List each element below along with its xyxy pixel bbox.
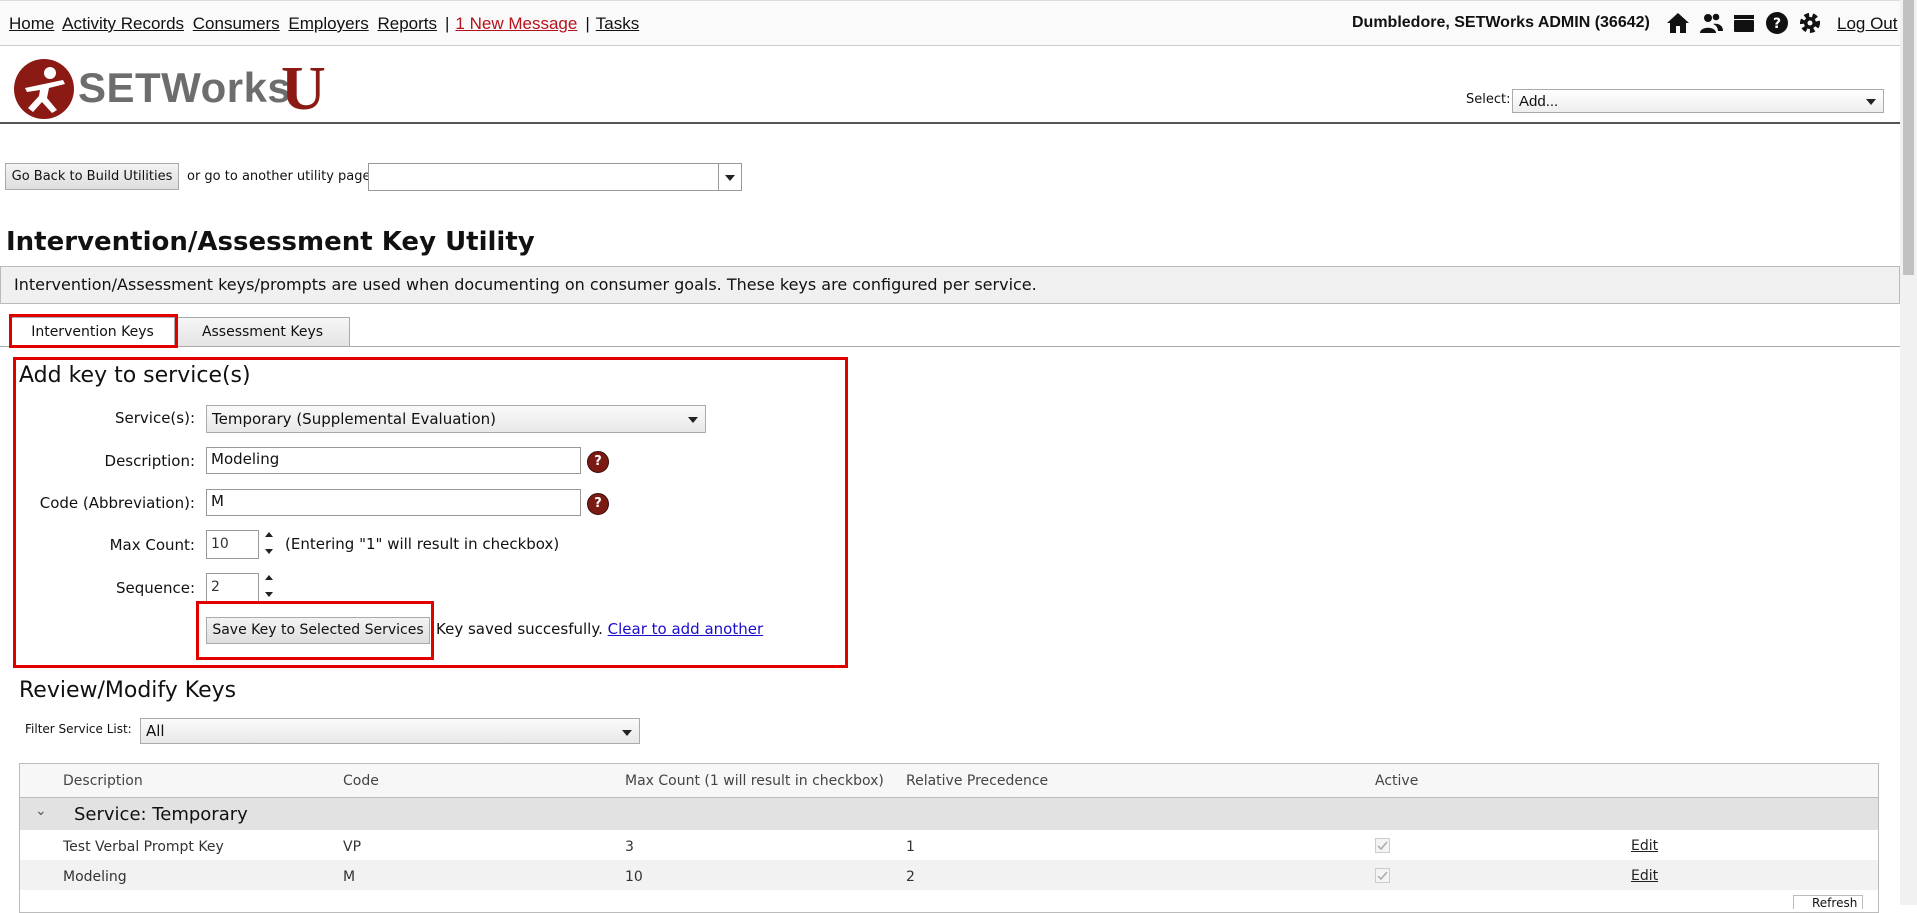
row-max-count: 3 [625, 839, 634, 855]
chevron-down-icon [725, 175, 735, 181]
stepper-up-icon[interactable] [265, 575, 273, 580]
row-precedence: 2 [906, 869, 915, 885]
edit-link[interactable]: Edit [1631, 868, 1658, 884]
row-code: M [343, 869, 356, 885]
svg-text:?: ? [1773, 16, 1781, 32]
page-title: Intervention/Assessment Key Utility [6, 227, 535, 257]
utility-page-select[interactable] [368, 163, 742, 191]
group-row[interactable]: ⌄ Service: Temporary [20, 798, 1878, 830]
nav-consumers-link[interactable]: Consumers [193, 14, 280, 33]
new-message-link[interactable]: 1 New Message [455, 14, 577, 33]
keys-grid: Description Code Max Count (1 will resul… [19, 763, 1879, 913]
service-select[interactable]: Temporary (Supplemental Evaluation) [206, 405, 706, 433]
collapse-chevron-icon[interactable]: ⌄ [35, 803, 47, 819]
go-back-button[interactable]: Go Back to Build Utilities [5, 163, 179, 190]
info-bar: Intervention/Assessment keys/prompts are… [0, 266, 1900, 304]
scrollbar-thumb[interactable] [1903, 0, 1914, 275]
row-description: Modeling [63, 869, 127, 885]
column-header-max-count[interactable]: Max Count (1 will result in checkbox) [625, 773, 884, 789]
tab-assessment-keys[interactable]: Assessment Keys [175, 317, 350, 347]
logo-text: SETWorks [78, 64, 292, 111]
user-name: Dumbledore, SETWorks ADMIN [1352, 14, 1591, 31]
service-select-value: Temporary (Supplemental Evaluation) [212, 410, 496, 428]
main-nav-links: Home Activity Records Consumers Employer… [9, 14, 643, 34]
stepper-down-icon[interactable] [265, 592, 273, 597]
clear-to-add-another-link[interactable]: Clear to add another [608, 620, 764, 638]
header: SETWorks U Select: Add... [0, 44, 1900, 124]
header-add-select-value: Add... [1519, 93, 1559, 110]
nav-employers-link[interactable]: Employers [288, 14, 368, 33]
save-status: Key saved succesfully. Clear to add anot… [436, 620, 763, 638]
column-header-description[interactable]: Description [63, 773, 143, 789]
page-scrollbar[interactable] [1900, 0, 1917, 905]
nav-separator: | [585, 14, 590, 33]
table-row: Test Verbal Prompt Key VP 3 1 Edit [20, 830, 1878, 860]
stepper-down-icon[interactable] [265, 549, 273, 554]
header-select-label: Select: [1466, 92, 1511, 107]
nav-separator: | [445, 14, 450, 33]
logo-icon [13, 58, 75, 124]
header-add-select[interactable]: Add... [1512, 89, 1884, 113]
code-help-icon[interactable]: ? [587, 493, 609, 515]
edit-link[interactable]: Edit [1631, 838, 1658, 854]
sequence-label: Sequence: [115, 579, 195, 597]
max-count-note: (Entering "1" will result in checkbox) [285, 535, 560, 553]
column-header-active[interactable]: Active [1375, 773, 1418, 789]
row-precedence: 1 [906, 839, 915, 855]
sequence-field[interactable]: 2 [206, 573, 259, 602]
table-row: Modeling M 10 2 Edit [20, 860, 1878, 890]
filter-service-select-value: All [146, 722, 165, 740]
logo-u: U [281, 55, 326, 123]
code-field[interactable]: M [206, 489, 581, 516]
user-id: (36642) [1594, 14, 1650, 31]
chevron-down-icon [688, 417, 698, 423]
row-code: VP [343, 839, 362, 855]
filter-service-label: Filter Service List: [25, 722, 132, 736]
filter-service-select[interactable]: All [140, 718, 640, 744]
description-help-icon[interactable]: ? [587, 451, 609, 473]
folder-icon[interactable] [1732, 11, 1756, 35]
active-checkbox [1375, 868, 1390, 883]
stepper-up-icon[interactable] [265, 532, 273, 537]
column-header-relative-precedence[interactable]: Relative Precedence [906, 773, 1048, 789]
service-label: Service(s): [114, 409, 195, 427]
row-description: Test Verbal Prompt Key [63, 839, 224, 855]
home-icon[interactable] [1666, 11, 1690, 35]
utility-page-label: or go to another utility page: [187, 169, 375, 184]
review-modify-heading: Review/Modify Keys [19, 678, 237, 703]
description-label: Description: [104, 452, 195, 470]
nav-reports-link[interactable]: Reports [377, 14, 437, 33]
grid-header: Description Code Max Count (1 will resul… [20, 764, 1878, 798]
chevron-down-icon [1866, 99, 1876, 105]
refresh-button[interactable]: Refresh [1793, 895, 1863, 910]
max-count-label: Max Count: [109, 536, 195, 554]
group-title: Service: Temporary [74, 804, 248, 825]
chevron-down-icon [622, 730, 632, 736]
description-field[interactable]: Modeling [206, 447, 581, 474]
toolbar-icons: ? [1666, 11, 1822, 35]
sequence-stepper[interactable] [264, 573, 276, 603]
add-key-heading: Add key to service(s) [19, 363, 251, 388]
help-icon[interactable]: ? [1765, 11, 1789, 35]
active-checkbox [1375, 838, 1390, 853]
nav-home-link[interactable]: Home [9, 14, 54, 33]
top-nav: Home Activity Records Consumers Employer… [0, 0, 1900, 46]
logout-link[interactable]: Log Out [1837, 14, 1898, 34]
code-label: Code (Abbreviation): [39, 494, 195, 512]
max-count-stepper[interactable] [264, 530, 276, 560]
row-max-count: 10 [625, 869, 643, 885]
nav-activity-records-link[interactable]: Activity Records [62, 14, 184, 33]
nav-tasks-link[interactable]: Tasks [596, 14, 639, 33]
max-count-field[interactable]: 10 [206, 530, 259, 559]
gear-icon[interactable] [1798, 11, 1822, 35]
user-info: Dumbledore, SETWorks ADMIN (36642) [1352, 14, 1650, 32]
utility-page-dropdown-button[interactable] [718, 164, 741, 190]
column-header-code[interactable]: Code [343, 773, 379, 789]
save-status-text: Key saved succesfully. [436, 620, 603, 638]
save-key-button[interactable]: Save Key to Selected Services [206, 617, 430, 644]
tab-divider [0, 346, 1900, 347]
tab-highlight-box [9, 314, 178, 348]
users-icon[interactable] [1699, 11, 1723, 35]
